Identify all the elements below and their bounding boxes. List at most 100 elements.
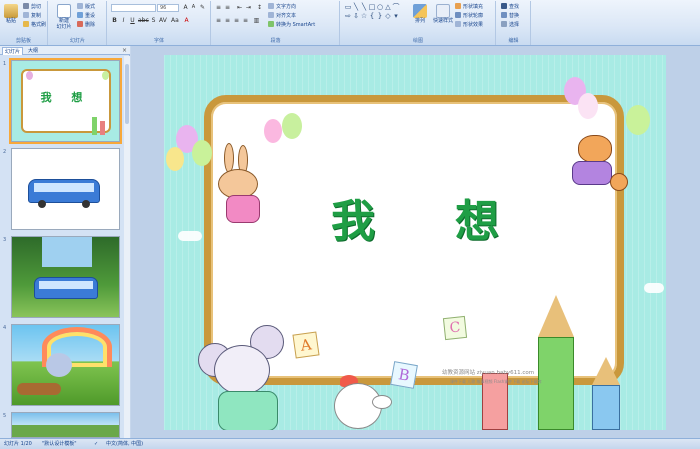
text-direction-icon xyxy=(268,3,274,9)
find-button[interactable]: 查找 xyxy=(501,3,519,11)
align-text-button[interactable]: 对齐文本 xyxy=(268,12,296,20)
slide-thumbnail-2[interactable] xyxy=(11,148,120,230)
status-bar: 幻灯片 1/20 "默认设计模板" ✓ 中文(简体, 中国) xyxy=(0,438,700,449)
log-illustration xyxy=(17,383,61,395)
arrow-right-shape-icon[interactable]: ⇨ xyxy=(344,12,352,20)
thumbnail-number: 1 xyxy=(3,61,7,67)
paragraph-group-label: 段落 xyxy=(270,38,281,44)
slide-counter: 幻灯片 1/20 xyxy=(4,441,32,447)
shape-fill-button[interactable]: 形状填充 xyxy=(455,3,483,11)
brace-shape-icon[interactable]: { xyxy=(368,12,376,20)
more-shapes-icon[interactable]: ▾ xyxy=(392,12,400,20)
slide-thumbnail-1[interactable]: 我 想 xyxy=(9,58,122,144)
align-center-icon[interactable]: ≡ xyxy=(224,17,231,24)
decrease-indent-icon[interactable]: ⇤ xyxy=(236,4,243,11)
effects-icon xyxy=(455,21,461,27)
align-left-icon[interactable]: ≡ xyxy=(215,17,222,24)
delete-slide-button[interactable]: 删除 xyxy=(77,21,95,29)
watermark-line-2: 课件下载 儿歌 故事视频 Flash课件下载 论坛下载库 xyxy=(450,379,542,384)
slide-thumbnail-3[interactable] xyxy=(11,236,120,318)
thumbnail-number: 4 xyxy=(3,325,7,331)
convert-smartart-button[interactable]: 转换为 SmartArt xyxy=(268,21,315,29)
justify-icon[interactable]: ≡ xyxy=(242,17,249,24)
shrink-font-icon[interactable]: A xyxy=(190,4,197,11)
copy-icon xyxy=(23,12,29,18)
reset-button[interactable]: 重设 xyxy=(77,12,95,20)
arrange-button[interactable]: 排列 xyxy=(410,4,430,24)
strikethrough-icon[interactable]: abc xyxy=(138,17,149,24)
arrow-down-shape-icon[interactable]: ⇩ xyxy=(352,12,360,20)
text-direction-button[interactable]: 文字方向 xyxy=(268,3,296,11)
new-slide-button[interactable]: 新建 幻灯片 xyxy=(53,4,75,30)
underline-icon[interactable]: U xyxy=(129,17,136,24)
shadow-icon[interactable]: S xyxy=(150,17,157,24)
close-icon[interactable]: × xyxy=(122,47,127,54)
curve-shape-icon[interactable]: ⌒ xyxy=(392,3,400,11)
chicken-illustration xyxy=(334,373,394,430)
textbox-shape-icon[interactable]: ▭ xyxy=(344,3,352,11)
grow-font-icon[interactable]: A xyxy=(182,4,189,11)
tab-slides[interactable]: 幻灯片 xyxy=(2,47,24,55)
cut-button[interactable]: 剪切 xyxy=(23,3,41,11)
pane-scrollbar[interactable] xyxy=(124,56,130,438)
ribbon: 粘贴 剪切 复制 格式刷 剪贴板 新建 幻灯片 版式 重设 删除 幻灯片 96 … xyxy=(0,0,700,46)
smartart-icon xyxy=(268,21,274,27)
format-painter-button[interactable]: 格式刷 xyxy=(23,21,46,29)
font-size-combo[interactable]: 96 xyxy=(157,4,179,12)
slide-editing-area: 我想 A B C 幼教资源网站 ziyuan.baby611.com 课件下载 … xyxy=(131,46,700,438)
bus-windows xyxy=(34,183,94,192)
line-spacing-icon[interactable]: ↕ xyxy=(256,4,263,11)
align-right-icon[interactable]: ≡ xyxy=(233,17,240,24)
change-case-icon[interactable]: Aa xyxy=(171,17,179,24)
line-shape-icon[interactable]: ╲ xyxy=(352,3,360,11)
columns-icon[interactable]: ▥ xyxy=(253,17,260,24)
select-button[interactable]: 选择 xyxy=(501,21,519,29)
balloon xyxy=(166,147,184,171)
bullets-icon[interactable]: ≡ xyxy=(215,4,222,11)
paste-icon xyxy=(4,4,18,18)
rectangle-shape-icon[interactable]: □ xyxy=(368,3,376,11)
bus-wheel xyxy=(82,200,90,208)
triangle-shape-icon[interactable]: △ xyxy=(384,3,392,11)
slides-group-label: 幻灯片 xyxy=(69,38,85,44)
scissors-icon xyxy=(23,3,29,9)
replace-button[interactable]: 替换 xyxy=(501,12,519,20)
shape-outline-button[interactable]: 形状轮廓 xyxy=(455,12,483,20)
language-indicator[interactable]: 中文(简体, 中国) xyxy=(106,439,143,449)
quick-styles-button[interactable]: 快速样式 xyxy=(433,4,453,24)
numbering-icon[interactable]: ≡ xyxy=(224,4,231,11)
pencil-tip-blue xyxy=(592,357,620,385)
binoculars-icon xyxy=(501,3,507,9)
oval-shape-icon[interactable]: ○ xyxy=(376,3,384,11)
star-shape-icon[interactable]: ☆ xyxy=(360,12,368,20)
char-spacing-icon[interactable]: AV xyxy=(159,17,167,24)
thumbnail-pencil xyxy=(92,117,97,135)
balloon xyxy=(578,93,598,119)
letter-block-c: C xyxy=(442,315,468,341)
scrollbar-thumb[interactable] xyxy=(125,64,129,124)
forest-sky xyxy=(42,237,92,267)
copy-button[interactable]: 复制 xyxy=(23,12,41,20)
paste-button[interactable]: 粘贴 xyxy=(2,4,20,24)
italic-icon[interactable]: I xyxy=(120,17,127,24)
line-shape-icon-2[interactable]: ╲ xyxy=(360,3,368,11)
bold-icon[interactable]: B xyxy=(111,17,118,24)
pane-tabs: 幻灯片 大纲 × xyxy=(0,46,130,55)
slide-title[interactable]: 我想 xyxy=(164,185,666,249)
brace-right-shape-icon[interactable]: } xyxy=(376,12,384,20)
slide-thumbnail-4[interactable] xyxy=(11,324,120,406)
callout-shape-icon[interactable]: ◇ xyxy=(384,12,392,20)
check-icon: ✓ xyxy=(94,441,99,447)
font-name-combo[interactable] xyxy=(111,4,156,12)
font-color-icon[interactable]: A xyxy=(183,17,190,24)
slide-thumbnail-5[interactable] xyxy=(11,412,120,438)
slide-canvas[interactable]: 我想 A B C 幼教资源网站 ziyuan.baby611.com 课件下载 … xyxy=(164,55,666,430)
bus-windows xyxy=(39,281,93,289)
shape-effects-button[interactable]: 形状效果 xyxy=(455,21,483,29)
clear-format-icon[interactable]: ✎ xyxy=(199,4,206,11)
drawing-group-label: 绘图 xyxy=(412,38,423,44)
increase-indent-icon[interactable]: ⇥ xyxy=(245,4,252,11)
layout-button[interactable]: 版式 xyxy=(77,3,95,11)
tab-outline[interactable]: 大纲 xyxy=(26,47,40,55)
balloon xyxy=(264,119,282,143)
